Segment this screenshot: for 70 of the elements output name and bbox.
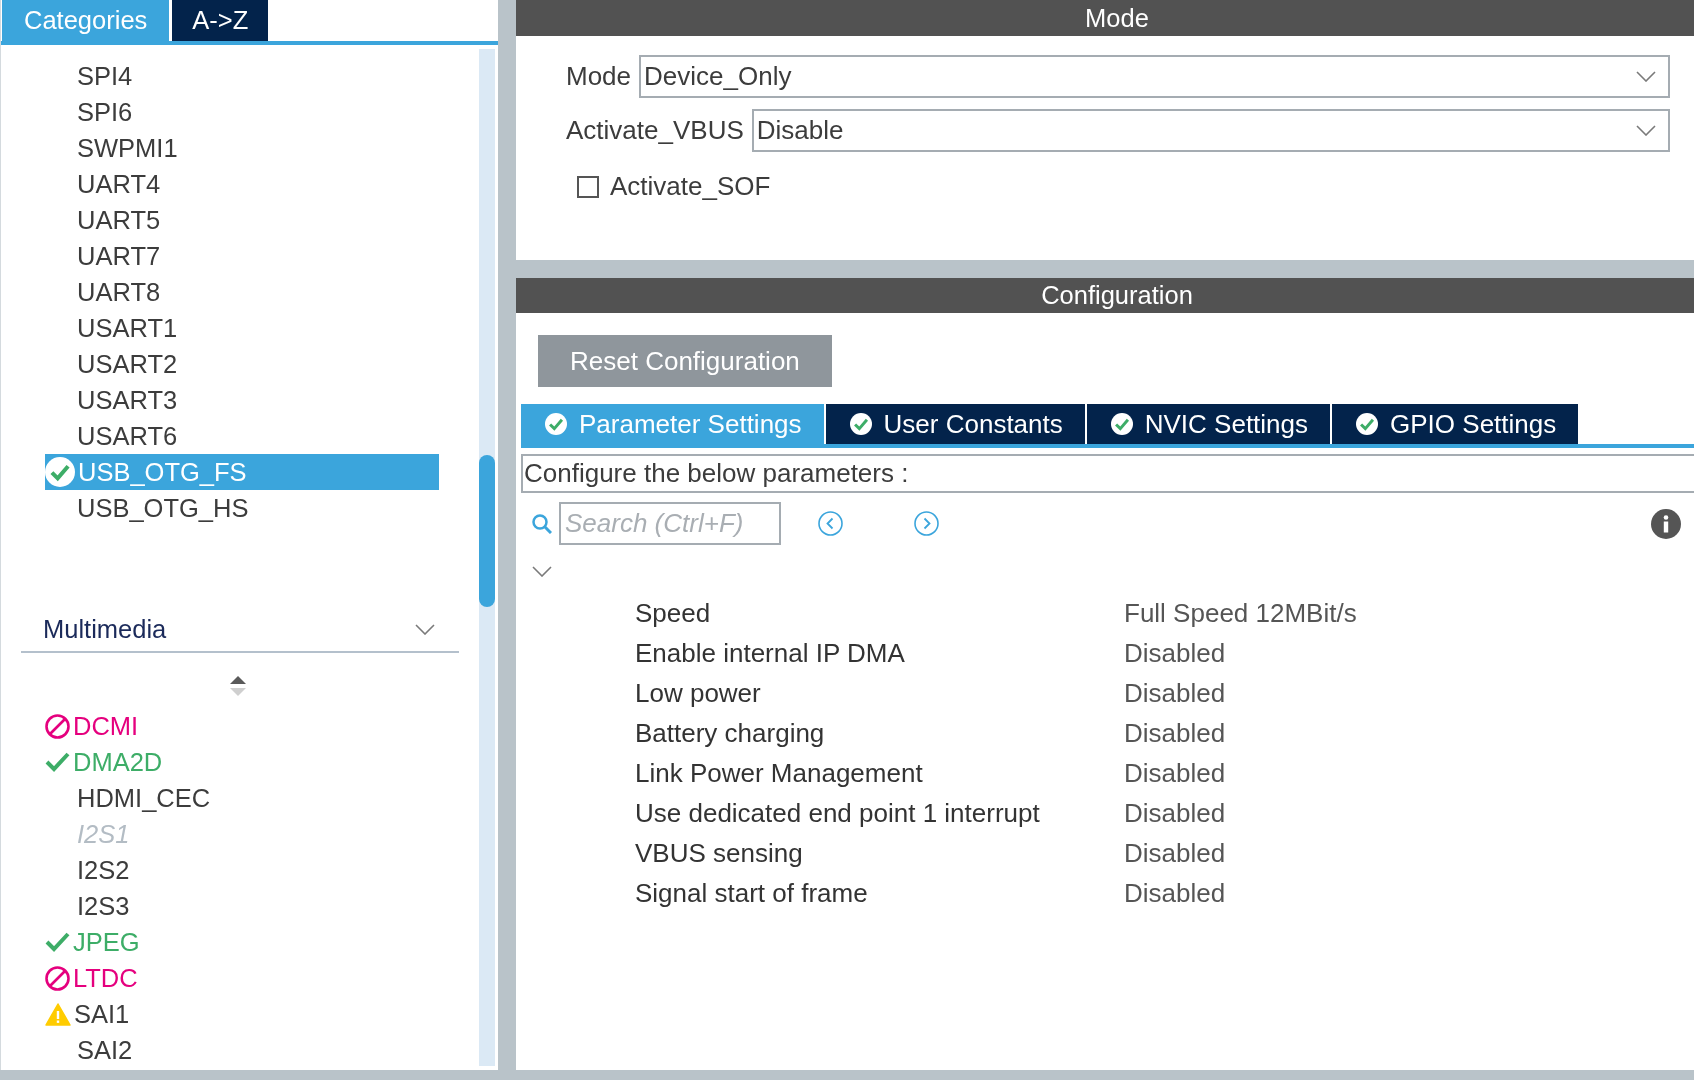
peripheral-item[interactable]: USART3 [77,382,178,418]
next-icon[interactable] [914,511,939,536]
settings-tab[interactable]: NVIC Settings [1086,404,1331,444]
check-icon [45,932,70,952]
parameter-value: Disabled [1124,677,1226,709]
parameter-name: VBUS sensing [635,837,803,869]
parameter-name: Enable internal IP DMA [635,637,905,669]
peripheral-item[interactable]: I2S2 [77,852,130,888]
scrollbar-thumb[interactable] [479,455,495,607]
parameter-value: Disabled [1124,717,1226,749]
check-icon [545,413,567,435]
peripheral-item[interactable]: USART2 [77,346,178,382]
dropdown[interactable]: Device_Only [639,55,1670,98]
dropdown[interactable]: Disable [751,109,1670,152]
peripheral-item[interactable]: HDMI_CEC [77,780,211,816]
previous-icon[interactable] [818,511,843,536]
parameter-name: Use dedicated end point 1 interrupt [635,797,1040,829]
peripheral-item[interactable]: SAI1 [45,996,130,1032]
peripheral-item[interactable]: SPI4 [77,58,133,94]
peripheral-item[interactable]: LTDC [45,960,138,996]
parameter-name: Signal start of frame [635,877,868,909]
checkbox-label: Activate_SOF [610,171,771,202]
category-header[interactable]: Multimedia [21,607,459,653]
parameter-name: Battery charging [635,717,825,749]
parameter-value: Disabled [1124,877,1226,909]
no-entry-icon [45,965,70,991]
parameter-name: Link Power Management [635,757,923,789]
section-header: Configuration [516,278,1694,313]
description-text: Configure the below parameters : [521,454,1694,493]
sort-icon[interactable] [230,676,246,696]
peripheral-item[interactable]: SWPMI1 [77,130,178,166]
search-icon [532,513,552,534]
check-icon [1110,413,1133,435]
peripheral-item[interactable]: UART8 [77,274,161,310]
check-icon [45,457,75,487]
settings-tab[interactable]: User Constants [825,404,1085,444]
check-icon [849,413,872,435]
peripheral-item[interactable]: DCMI [45,708,139,744]
peripheral-item[interactable]: SPI6 [77,94,133,130]
peripheral-item[interactable]: UART5 [77,202,161,238]
no-entry-icon [45,713,70,739]
settings-tab[interactable]: GPIO Settings [1332,404,1579,444]
peripheral-item[interactable]: UART7 [77,238,161,274]
search-field[interactable]: Search (Ctrl+F) [559,502,781,545]
peripheral-item[interactable]: USB_OTG_HS [77,490,249,526]
chevron-icon [1636,125,1656,136]
info-icon[interactable] [1651,508,1681,539]
section-header: Mode [516,0,1694,36]
parameter-name: Low power [635,677,761,709]
warning-icon [45,1002,71,1026]
peripheral-item[interactable]: UART4 [77,166,161,202]
checkbox[interactable] [577,175,599,198]
chevron-icon [1636,71,1656,82]
parameter-value: Disabled [1124,637,1226,669]
parameter-value: Disabled [1124,757,1226,789]
parameter-name: Speed [635,597,711,629]
peripheral-item[interactable]: I2S3 [77,888,130,924]
check-icon [1356,413,1379,435]
parameter-value: Full Speed 12MBit/s [1124,597,1357,629]
peripheral-item[interactable]: USART6 [77,418,178,454]
check-icon [45,752,70,772]
parameter-value: Disabled [1124,837,1226,869]
field-label: Mode [566,61,632,92]
chevron-icon [415,623,435,635]
sidebar-tab[interactable]: A->Z [172,0,269,41]
field-label: Activate_VBUS [566,115,744,146]
parameter-value: Disabled [1124,797,1226,829]
chevron-icon[interactable] [532,566,552,577]
peripheral-item[interactable]: USART1 [77,310,178,346]
peripheral-item[interactable]: SAI2 [77,1032,133,1068]
